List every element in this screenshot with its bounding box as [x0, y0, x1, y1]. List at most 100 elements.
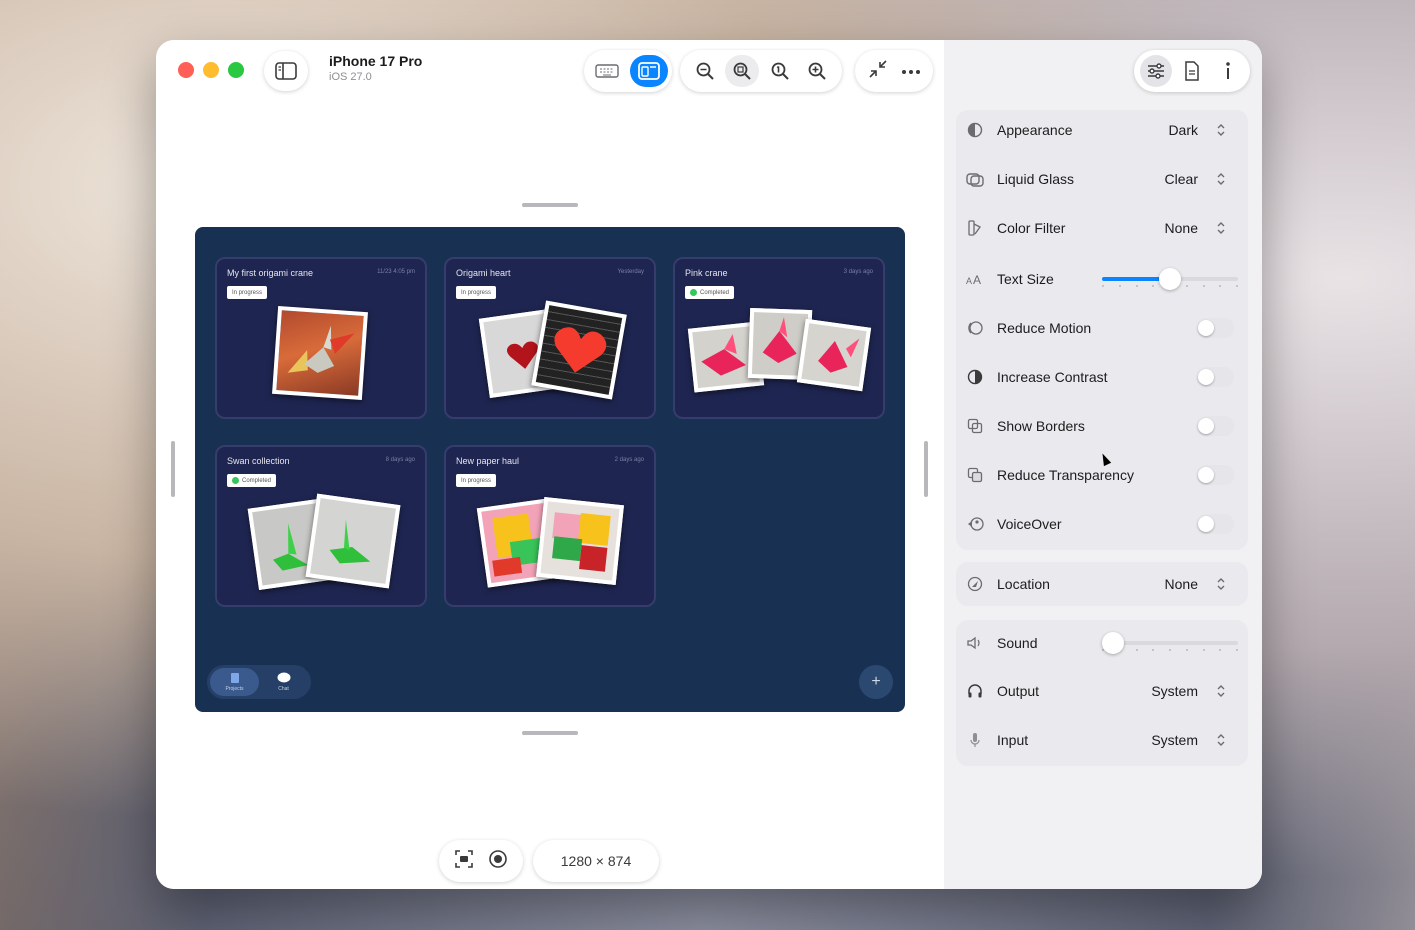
more-button[interactable]	[901, 62, 921, 80]
appearance-row[interactable]: Appearance Dark	[956, 110, 1248, 150]
voiceover-label: VoiceOver	[997, 516, 1062, 532]
project-card[interactable]: Pink crane 3 days ago Completed	[673, 257, 885, 419]
card-title: Pink crane	[685, 268, 728, 278]
sliders-icon	[1148, 63, 1164, 79]
appearance-value[interactable]: Dark	[1168, 122, 1198, 138]
zoom-out-icon	[696, 62, 714, 80]
reduce-motion-row: Reduce Motion	[956, 308, 1248, 348]
location-label: Location	[997, 576, 1050, 592]
tab-projects[interactable]: Projects	[210, 668, 259, 696]
top-resize-handle[interactable]	[522, 203, 578, 207]
zoom-actual-size-button[interactable]	[763, 55, 797, 87]
project-card[interactable]: My first origami crane 11/23 4:05 pm In …	[215, 257, 427, 419]
crane-photo	[272, 305, 368, 401]
color-filter-icon	[966, 219, 984, 237]
crane-photo	[796, 318, 872, 392]
output-value[interactable]: System	[1151, 683, 1198, 699]
capture-controls	[439, 840, 523, 882]
contrast-icon	[966, 368, 984, 386]
voiceover-toggle[interactable]	[1196, 514, 1234, 534]
color-filter-label: Color Filter	[997, 220, 1066, 236]
zoom-fit-button[interactable]	[725, 55, 760, 87]
reduce-transparency-toggle[interactable]	[1196, 465, 1234, 485]
reduce-transparency-label: Reduce Transparency	[997, 467, 1134, 483]
settings-tab-button[interactable]	[1140, 55, 1172, 87]
chevron-up-down-icon[interactable]	[1214, 121, 1228, 139]
slider-knob[interactable]	[1102, 632, 1124, 654]
keyboard-mode-button[interactable]	[588, 55, 626, 87]
input-value[interactable]: System	[1151, 732, 1198, 748]
screenshot-button[interactable]	[454, 849, 474, 874]
location-value[interactable]: None	[1165, 576, 1198, 592]
zoom-actual-icon	[771, 62, 789, 80]
zoom-out-button[interactable]	[688, 55, 722, 87]
voiceover-icon	[966, 515, 984, 533]
add-project-button[interactable]: +	[859, 665, 893, 699]
left-resize-handle[interactable]	[171, 441, 175, 497]
card-title: New paper haul	[456, 456, 520, 466]
swan-photo	[305, 493, 401, 589]
liquid-glass-row[interactable]: Liquid Glass Clear	[956, 159, 1248, 199]
text-size-label: Text Size	[997, 271, 1054, 287]
tab-chat[interactable]: Chat	[259, 668, 308, 696]
show-borders-row: Show Borders	[956, 406, 1248, 446]
project-card[interactable]: New paper haul 2 days ago In progress	[444, 445, 656, 607]
chevron-up-down-icon[interactable]	[1214, 575, 1228, 593]
location-icon	[966, 575, 984, 593]
appearance-label: Appearance	[997, 122, 1073, 138]
slider-knob[interactable]	[1159, 268, 1181, 290]
device-name: iPhone 17 Pro	[329, 53, 423, 69]
window-layout-icon	[638, 62, 660, 80]
check-icon	[690, 289, 697, 296]
info-tab-button[interactable]	[1212, 55, 1244, 87]
chevron-up-down-icon[interactable]	[1214, 170, 1228, 188]
paper-photo	[536, 497, 624, 585]
input-label: Input	[997, 732, 1029, 748]
heart-photo	[531, 300, 627, 400]
document-tab-button[interactable]	[1176, 55, 1208, 87]
input-row[interactable]: Input System	[956, 720, 1248, 760]
device-canvas-area: iPhone 17 Pro iOS 27.0 My first origami …	[156, 40, 944, 889]
window-extra-controls	[855, 50, 933, 92]
chevron-up-down-icon[interactable]	[1214, 731, 1228, 749]
chevron-up-down-icon[interactable]	[1214, 682, 1228, 700]
close-button[interactable]	[178, 62, 194, 78]
liquid-glass-icon	[966, 170, 984, 188]
screenshot-icon	[455, 849, 473, 868]
liquid-glass-label: Liquid Glass	[997, 171, 1075, 187]
show-borders-icon	[966, 417, 984, 435]
project-card[interactable]: Swan collection 8 days ago Completed	[215, 445, 427, 607]
zoom-button[interactable]	[228, 62, 244, 78]
color-filter-row[interactable]: Color Filter None	[956, 208, 1248, 248]
window-layout-button[interactable]	[630, 55, 668, 87]
zoom-fit-icon	[733, 62, 751, 80]
text-size-slider[interactable]	[1102, 268, 1238, 290]
device-screen[interactable]: My first origami crane 11/23 4:05 pm In …	[195, 227, 905, 712]
right-resize-handle[interactable]	[924, 441, 928, 497]
bottom-resize-handle[interactable]	[522, 731, 578, 735]
status-badge: In progress	[456, 286, 497, 299]
minimize-button[interactable]	[203, 62, 219, 78]
os-version: iOS 27.0	[329, 71, 372, 83]
output-row[interactable]: Output System	[956, 671, 1248, 711]
color-filter-value[interactable]: None	[1165, 220, 1198, 236]
more-icon	[901, 70, 920, 74]
chevron-up-down-icon[interactable]	[1214, 219, 1228, 237]
increase-contrast-toggle[interactable]	[1196, 367, 1234, 387]
location-row[interactable]: Location None	[956, 564, 1248, 604]
project-card[interactable]: Origami heart Yesterday In progress	[444, 257, 656, 419]
sound-slider[interactable]	[1102, 632, 1238, 654]
output-label: Output	[997, 683, 1040, 699]
record-button[interactable]	[488, 849, 508, 874]
svg-text:A: A	[966, 276, 972, 286]
liquid-glass-value[interactable]: Clear	[1165, 171, 1198, 187]
show-borders-toggle[interactable]	[1196, 416, 1234, 436]
collapse-button[interactable]	[868, 59, 888, 84]
headphones-icon	[966, 682, 984, 700]
window-controls	[178, 62, 244, 78]
sidebar-toggle-button[interactable]	[264, 51, 308, 91]
zoom-in-button[interactable]	[800, 55, 834, 87]
resolution-display: 1280 × 874	[533, 840, 659, 882]
reduce-motion-icon	[966, 319, 984, 337]
reduce-motion-toggle[interactable]	[1196, 318, 1234, 338]
